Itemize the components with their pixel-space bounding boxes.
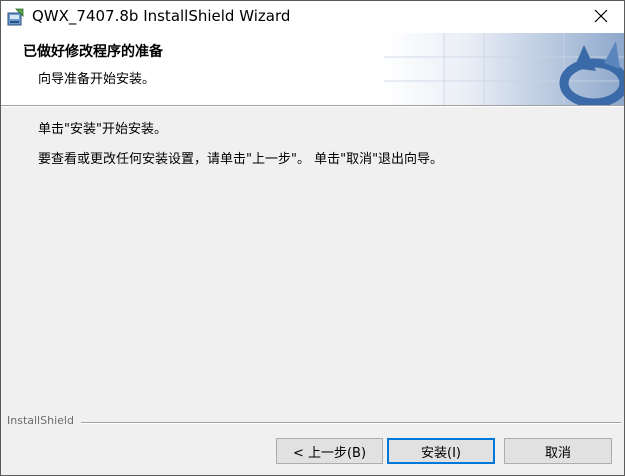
header-separator bbox=[1, 105, 624, 107]
instruction-detail-text: 要查看或更改任何安装设置，请单击"上一步"。 单击"取消"退出向导。 bbox=[38, 152, 444, 167]
close-icon bbox=[594, 8, 608, 27]
close-button[interactable] bbox=[578, 1, 624, 33]
cancel-button[interactable]: 取消 bbox=[504, 438, 612, 464]
install-button[interactable]: 安装(I) bbox=[387, 438, 495, 464]
window-title: QWX_7407.8b InstallShield Wizard bbox=[32, 7, 291, 25]
installer-app-icon bbox=[7, 8, 25, 26]
instruction-text: 单击"安装"开始安装。 bbox=[38, 122, 167, 137]
installer-window: QWX_7407.8b InstallShield Wizard 已做好修改程序… bbox=[0, 0, 625, 476]
header-subtitle: 向导准备开始安装。 bbox=[38, 72, 156, 87]
back-button[interactable]: < 上一步(B) bbox=[276, 438, 383, 464]
installshield-brand-label: InstallShield bbox=[7, 414, 78, 427]
installshield-banner-graphic bbox=[384, 33, 624, 105]
footer-separator bbox=[81, 422, 621, 424]
title-bar[interactable]: QWX_7407.8b InstallShield Wizard bbox=[1, 1, 624, 33]
header-title: 已做好修改程序的准备 bbox=[23, 44, 163, 60]
wizard-header: 已做好修改程序的准备 向导准备开始安装。 bbox=[1, 33, 624, 105]
